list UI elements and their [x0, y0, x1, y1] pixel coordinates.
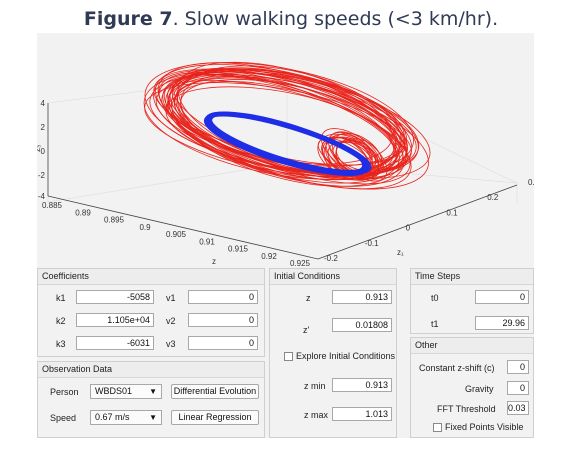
fft-threshold-field[interactable]: 0.03	[507, 401, 529, 415]
y-tick-label: 0	[406, 224, 411, 233]
v3-label: v3	[166, 339, 176, 349]
y-tick-label: 0.3	[528, 178, 534, 187]
k3-label: k3	[56, 339, 66, 349]
explore-checkbox[interactable]	[284, 352, 293, 361]
z-label: z	[306, 293, 311, 303]
y-tick-label: 0.2	[487, 193, 499, 202]
z-tick-label: -2	[38, 171, 46, 180]
speed-label: Speed	[50, 413, 77, 423]
x-tick-label: 0.905	[166, 230, 187, 239]
k1-field[interactable]: -5058	[76, 290, 154, 304]
other-title: Other	[411, 338, 533, 354]
v3-field[interactable]: 0	[188, 336, 258, 350]
figure-caption: Figure 7. Slow walking speeds (<3 km/hr)…	[0, 8, 582, 30]
chevron-down-icon: ▼	[149, 387, 157, 396]
v2-field[interactable]: 0	[188, 313, 258, 327]
z-prime-field[interactable]: 0.01808	[332, 318, 392, 332]
t0-label: t0	[431, 293, 439, 303]
t0-field[interactable]: 0	[475, 290, 529, 304]
person-dropdown[interactable]: WBDS01 ▼	[90, 384, 162, 399]
z-min-label: z min	[304, 381, 326, 391]
other-panel: Other Constant z-shift (c) 0 Gravity 0 F…	[410, 337, 534, 438]
z-max-label: z max	[304, 410, 329, 420]
z-max-field[interactable]: 1.013	[332, 407, 392, 421]
x-tick-label: 0.89	[75, 208, 91, 217]
y-tick-label: -0.1	[365, 239, 379, 248]
plot-area[interactable]: 4 2 0 -2 -4 0.885 0.89 0.895 0.9 0.905 0.91 0.915 0…	[37, 33, 534, 267]
k1-label: k1	[56, 293, 66, 303]
time-steps-panel: Time Steps t0 0 t1 29.96	[410, 268, 534, 334]
initial-conditions-title: Initial Conditions	[270, 269, 396, 285]
k3-field[interactable]: -6031	[76, 336, 154, 350]
speed-dropdown[interactable]: 0.67 m/s ▼	[90, 410, 162, 425]
z-axis-label: z₃	[37, 145, 42, 152]
t1-label: t1	[431, 319, 439, 329]
gravity-label: Gravity	[465, 384, 494, 394]
fft-threshold-label: FFT Threshold	[437, 404, 496, 414]
z-tick-label: 4	[41, 99, 46, 108]
linear-regression-button[interactable]: Linear Regression	[171, 410, 259, 425]
person-value: WBDS01	[95, 386, 133, 396]
y-tick-label: -0.2	[324, 254, 338, 263]
coefficients-panel: Coefficients k1 -5058 v1 0 k2 1.105e+04 …	[37, 268, 265, 357]
y-axis-label: z₁	[397, 248, 404, 257]
x-tick-label: 0.915	[228, 245, 249, 254]
z-tick-label: 2	[41, 123, 46, 132]
explore-label: Explore Initial Conditions	[296, 351, 396, 361]
fixed-points-label: Fixed Points Visible	[445, 422, 524, 432]
y-tick-label: 0.1	[446, 208, 458, 217]
z-tick-label: -4	[38, 192, 46, 201]
x-tick-label: 0.895	[104, 216, 125, 225]
x-tick-label: 0.885	[42, 201, 63, 210]
k2-field[interactable]: 1.105e+04	[76, 313, 154, 327]
t1-field[interactable]: 29.96	[475, 316, 529, 330]
trajectory-3d-plot[interactable]: 4 2 0 -2 -4 0.885 0.89 0.895 0.9 0.905 0.91 0.915 0…	[37, 33, 534, 267]
initial-conditions-panel: Initial Conditions z 0.913 z' 0.01808 Ex…	[269, 268, 397, 438]
figure-caption-text: . Slow walking speeds (<3 km/hr).	[172, 8, 499, 30]
x-axis-label: z	[212, 257, 216, 266]
z-field[interactable]: 0.913	[332, 290, 392, 304]
observation-title: Observation Data	[38, 362, 264, 378]
observation-panel: Observation Data Person WBDS01 ▼ Differen…	[37, 361, 265, 438]
gravity-field[interactable]: 0	[507, 381, 529, 395]
k2-label: k2	[56, 316, 66, 326]
x-tick-label: 0.91	[199, 237, 215, 246]
fixed-points-checkbox[interactable]	[433, 423, 442, 432]
speed-value: 0.67 m/s	[95, 412, 130, 422]
x-tick-label: 0.9	[139, 223, 151, 232]
x-tick-label: 0.92	[261, 252, 277, 261]
z-min-field[interactable]: 0.913	[332, 378, 392, 392]
z-shift-field[interactable]: 0	[507, 360, 529, 374]
v1-field[interactable]: 0	[188, 290, 258, 304]
figure-number: Figure 7	[83, 8, 173, 30]
z-prime-label: z'	[303, 325, 310, 335]
x-tick-label: 0.925	[290, 259, 311, 267]
plot-grid	[47, 72, 518, 203]
chevron-down-icon: ▼	[149, 413, 157, 422]
person-label: Person	[50, 387, 79, 397]
time-steps-title: Time Steps	[411, 269, 533, 285]
differential-evolution-button[interactable]: Differential Evolution	[171, 384, 259, 399]
app-window: 4 2 0 -2 -4 0.885 0.89 0.895 0.9 0.905 0.91 0.915 0…	[37, 33, 534, 438]
v2-label: v2	[166, 316, 176, 326]
z-shift-label: Constant z-shift (c)	[419, 363, 495, 373]
v1-label: v1	[166, 293, 176, 303]
coefficients-title: Coefficients	[38, 269, 264, 285]
